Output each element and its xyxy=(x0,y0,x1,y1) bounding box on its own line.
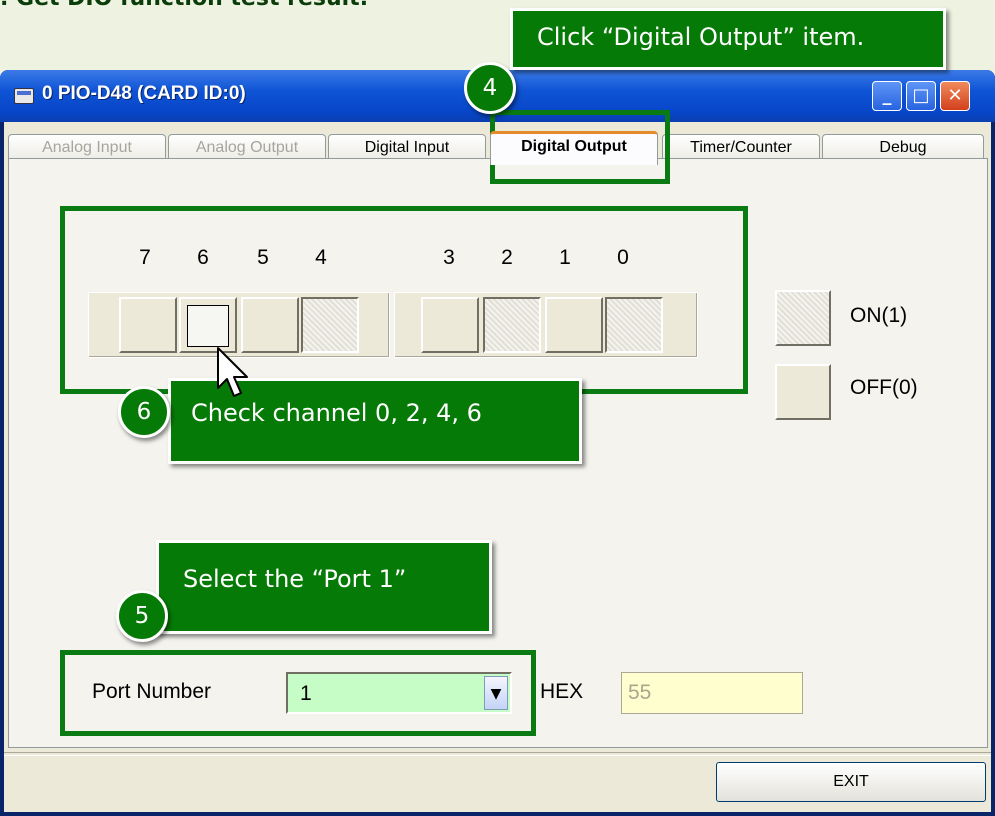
callout-click-digital-output: Click “Digital Output” item. xyxy=(510,8,946,70)
tab-digital-output[interactable]: Digital Output xyxy=(490,131,658,165)
highlight-bit-area xyxy=(60,206,748,394)
callout-select-port: Select the “Port 1” xyxy=(156,540,492,634)
close-button[interactable]: ✕ xyxy=(940,81,970,111)
tab-digital-input[interactable]: Digital Input xyxy=(328,134,486,161)
step-badge-4: 4 xyxy=(464,62,516,114)
highlight-port-area xyxy=(60,650,536,736)
legend-on-swatch xyxy=(775,290,831,346)
tab-analog-output[interactable]: Analog Output xyxy=(168,134,326,161)
tab-debug[interactable]: Debug xyxy=(822,134,984,161)
tab-strip: Analog Input Analog Output Digital Input… xyxy=(8,128,988,165)
app-icon xyxy=(14,88,34,104)
page-heading: . Get DIO function test result. xyxy=(0,0,368,11)
window-title: 0 PIO-D48 (CARD ID:0) xyxy=(42,83,246,104)
legend-on-label: ON(1) xyxy=(850,304,908,327)
exit-button[interactable]: EXIT xyxy=(716,762,986,802)
bottom-separator xyxy=(4,752,991,756)
legend-off-label: OFF(0) xyxy=(850,376,918,399)
hex-value-field: 55 xyxy=(621,672,803,714)
step-badge-5: 5 xyxy=(116,590,168,642)
minimize-button[interactable]: _ xyxy=(872,81,902,111)
step-badge-6: 6 xyxy=(118,386,170,438)
tab-analog-input[interactable]: Analog Input xyxy=(8,134,166,161)
legend-off-swatch xyxy=(775,364,831,420)
mouse-pointer-icon xyxy=(217,347,248,397)
hex-label: HEX xyxy=(540,680,584,703)
tab-timer-counter[interactable]: Timer/Counter xyxy=(662,134,820,161)
maximize-button[interactable]: □ xyxy=(906,81,936,111)
